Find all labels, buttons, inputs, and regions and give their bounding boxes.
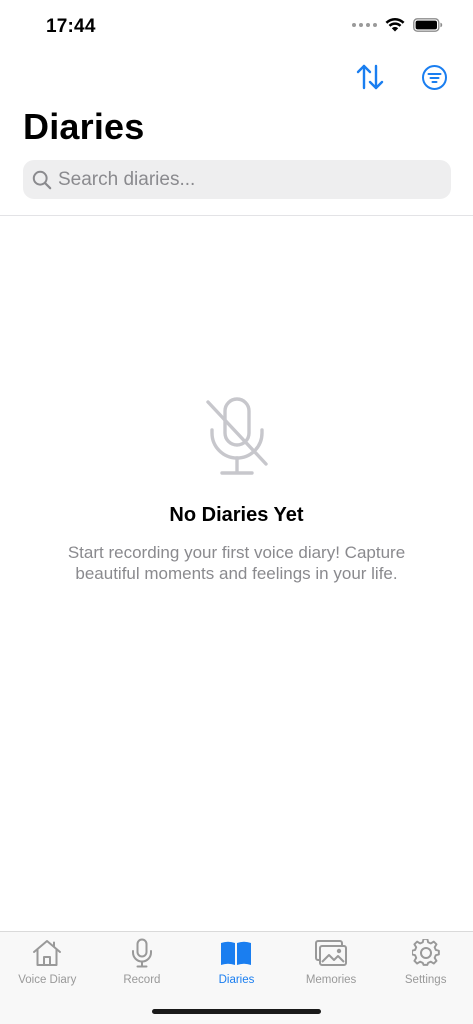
gear-icon: [411, 939, 440, 966]
tab-voice-diary[interactable]: Voice Diary: [0, 932, 95, 1024]
filter-lines-icon: [421, 64, 447, 90]
photos-icon: [315, 940, 348, 966]
page-title: Diaries: [23, 106, 145, 147]
status-icons: [352, 17, 443, 32]
mic-icon: [131, 938, 152, 968]
wifi-icon: [385, 17, 405, 32]
mic-slash-icon: [206, 397, 268, 475]
search-icon: [32, 170, 52, 189]
sort-button[interactable]: [353, 60, 387, 94]
home-indicator: [152, 1009, 321, 1014]
filter-button[interactable]: [417, 60, 451, 94]
search-input[interactable]: [58, 168, 418, 191]
screen: 17:44 Diaries Search diaries... No Diari…: [0, 0, 473, 1024]
tab-label: Memories: [305, 974, 357, 986]
tab-label: Settings: [404, 974, 447, 986]
cellular-signal-icon: [352, 22, 377, 27]
empty-state-title: No Diaries Yet: [169, 504, 304, 526]
tab-label: Voice Diary: [18, 974, 77, 986]
battery-icon: [413, 17, 443, 32]
status-time: 17:44: [46, 16, 96, 37]
tab-settings[interactable]: Settings: [378, 932, 473, 1024]
status-bar: 17:44: [0, 0, 473, 54]
sort-arrows-icon: [356, 64, 384, 90]
house-icon: [33, 940, 62, 966]
tab-label: Record: [123, 974, 161, 986]
book-icon: [221, 941, 252, 965]
tab-label: Diaries: [218, 974, 255, 986]
divider: [0, 215, 473, 216]
nav-actions: [353, 60, 451, 94]
empty-state-message: Start recording your first voice diary! …: [67, 543, 406, 583]
search-bar[interactable]: [23, 160, 451, 199]
